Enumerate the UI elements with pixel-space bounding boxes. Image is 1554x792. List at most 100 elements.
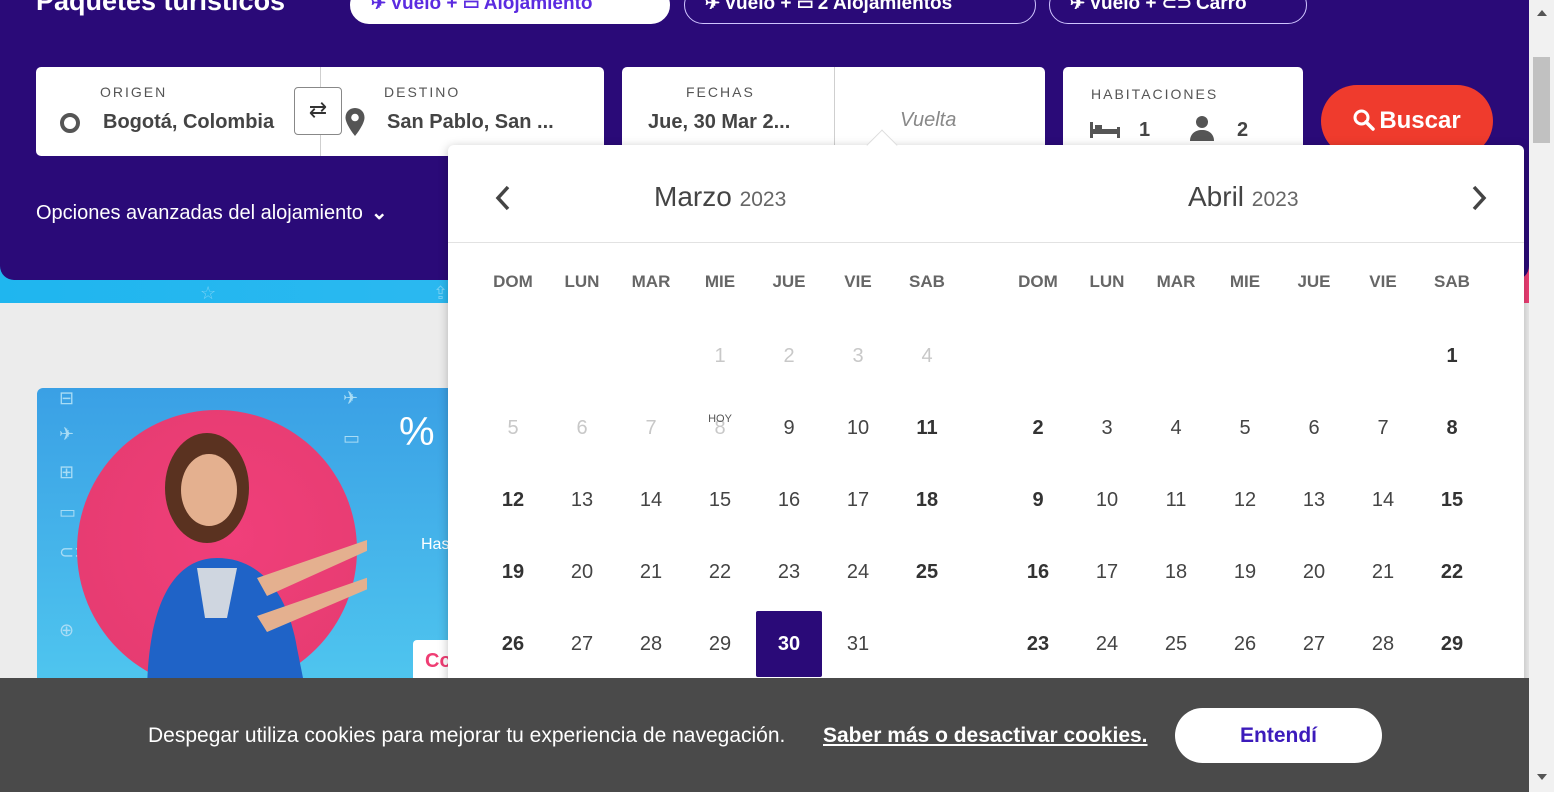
- destination-label: DESTINO: [384, 84, 461, 100]
- weekday-label: DOM: [493, 272, 533, 291]
- calendar-day[interactable]: 28: [618, 611, 684, 677]
- scrollbar-thumb[interactable]: [1533, 57, 1550, 143]
- calendar-day[interactable]: 29: [687, 611, 753, 677]
- calendar-day[interactable]: 27: [549, 611, 615, 677]
- calendar-day: 7: [645, 417, 657, 439]
- rooms-field[interactable]: HABITACIONES 1 2: [1063, 67, 1303, 156]
- bed-icon: ▭: [796, 0, 814, 13]
- calendar-day[interactable]: 15: [687, 467, 753, 533]
- calendar-day[interactable]: 11: [1143, 467, 1209, 533]
- promo-banner[interactable]: ⊟ ✈ ⊞ ▭ ⊂⊃ ⊕ ✈ ▭ % Has Co: [37, 388, 457, 688]
- dates-field: FECHAS Jue, 30 Mar 2... Vuelta: [622, 67, 1045, 156]
- calendar-day: 8 HOY: [687, 395, 753, 461]
- calendar-day[interactable]: 4: [1143, 395, 1209, 461]
- calendar-day[interactable]: 22: [687, 539, 753, 605]
- calendar-day[interactable]: 17: [1074, 539, 1140, 605]
- date-picker: Marzo 2023 Abril 2023 DOM LUN MAR MIE JUE VIE…: [448, 145, 1524, 745]
- cookie-banner: Despegar utiliza cookies para mejorar tu…: [0, 678, 1529, 792]
- calendar-day[interactable]: 23: [1005, 611, 1071, 677]
- weekday-label: MAR: [1156, 272, 1196, 291]
- calendar-day[interactable]: 9: [1005, 467, 1071, 533]
- weekday-label: LUN: [1089, 272, 1125, 291]
- people-count: 2: [1237, 119, 1249, 141]
- calendar-day[interactable]: 3: [1074, 395, 1140, 461]
- scrollbar[interactable]: [1529, 0, 1554, 792]
- chevron-down-icon: ⌄: [370, 202, 388, 224]
- calendar-day[interactable]: 13: [549, 467, 615, 533]
- calendar-day[interactable]: 19: [1212, 539, 1278, 605]
- calendar-day[interactable]: 10: [1074, 467, 1140, 533]
- calendar-day[interactable]: 20: [1281, 539, 1347, 605]
- destination-input[interactable]: San Pablo, San ...: [387, 111, 587, 134]
- calendar-day[interactable]: 6: [1281, 395, 1347, 461]
- calendar-day[interactable]: 20: [549, 539, 615, 605]
- weekday-label: DOM: [1018, 272, 1058, 291]
- origin-label: ORIGEN: [100, 84, 168, 100]
- search-icon: [1353, 109, 1376, 131]
- plane-icon: ✈: [371, 0, 387, 13]
- calendar-day[interactable]: 14: [618, 467, 684, 533]
- rooms-label: HABITACIONES: [1091, 86, 1219, 102]
- rooms-count: 1: [1139, 119, 1151, 141]
- calendar-day[interactable]: 28: [1350, 611, 1416, 677]
- next-month-button[interactable]: [1466, 183, 1490, 213]
- calendar-day[interactable]: 25: [1143, 611, 1209, 677]
- calendar-day[interactable]: 11: [894, 395, 960, 461]
- tab-flight-two-hotels[interactable]: ✈ Vuelo + ▭ 2 Alojamientos: [684, 0, 1036, 24]
- swap-button[interactable]: ⇄: [294, 87, 342, 135]
- calendar-day[interactable]: 1: [1419, 323, 1485, 389]
- calendar-day[interactable]: 30: [756, 611, 822, 677]
- calendar-day: 1: [714, 345, 726, 367]
- person-icon: [1190, 116, 1214, 141]
- prev-month-button[interactable]: [492, 183, 516, 213]
- calendar-day[interactable]: 25: [894, 539, 960, 605]
- suitcase-icon: ⇪: [433, 283, 449, 303]
- calendar-day[interactable]: 22: [1419, 539, 1485, 605]
- calendar-day[interactable]: 14: [1350, 467, 1416, 533]
- calendar-day[interactable]: 18: [894, 467, 960, 533]
- calendar-day[interactable]: 24: [825, 539, 891, 605]
- star-icon: ☆: [200, 283, 217, 303]
- scroll-up-arrow[interactable]: [1537, 10, 1547, 16]
- calendar-day[interactable]: 27: [1281, 611, 1347, 677]
- cookie-settings-link[interactable]: Saber más o desactivar cookies.: [823, 724, 1148, 748]
- car-icon: ⊂⊃: [1161, 0, 1192, 13]
- calendar-day[interactable]: 26: [480, 611, 546, 677]
- weekday-label: MIE: [1229, 272, 1261, 291]
- calendar-day[interactable]: 16: [1005, 539, 1071, 605]
- calendar-day[interactable]: 24: [1074, 611, 1140, 677]
- calendar-day[interactable]: 2: [1005, 395, 1071, 461]
- calendar-day[interactable]: 12: [1212, 467, 1278, 533]
- calendar-day[interactable]: 10: [825, 395, 891, 461]
- weekday-label: MIE: [704, 272, 736, 291]
- origin-input[interactable]: Bogotá, Colombia: [103, 111, 293, 134]
- scroll-down-arrow[interactable]: [1537, 774, 1547, 780]
- suitcase-icon: ⊞: [59, 462, 75, 482]
- calendar-day[interactable]: 16: [756, 467, 822, 533]
- calendar-day[interactable]: 29: [1419, 611, 1485, 677]
- calendar-day[interactable]: 12: [480, 467, 546, 533]
- advanced-options-toggle[interactable]: Opciones avanzadas del alojamiento ⌄: [36, 200, 388, 225]
- calendar-day[interactable]: 9: [756, 395, 822, 461]
- return-date-input[interactable]: Vuelta: [900, 109, 956, 132]
- tab-flight-hotel[interactable]: ✈ Vuelo + ▭ Alojamiento: [350, 0, 670, 24]
- calendar-day[interactable]: 26: [1212, 611, 1278, 677]
- calendar-day[interactable]: 21: [1350, 539, 1416, 605]
- calendar-day[interactable]: 23: [756, 539, 822, 605]
- departure-date-input[interactable]: Jue, 30 Mar 2...: [648, 111, 838, 134]
- calendar-day[interactable]: 18: [1143, 539, 1209, 605]
- bed-icon: [1090, 122, 1120, 138]
- page-title: Paquetes turísticos: [36, 0, 286, 16]
- calendar-day[interactable]: 13: [1281, 467, 1347, 533]
- calendar-day[interactable]: 5: [1212, 395, 1278, 461]
- calendar-day[interactable]: 15: [1419, 467, 1485, 533]
- tab-flight-car[interactable]: ✈ Vuelo + ⊂⊃ Carro: [1049, 0, 1307, 24]
- cookie-accept-button[interactable]: Entendí: [1175, 708, 1382, 763]
- calendar-day[interactable]: 8: [1419, 395, 1485, 461]
- calendar-day[interactable]: 21: [618, 539, 684, 605]
- calendar-day[interactable]: 31: [825, 611, 891, 677]
- calendar-day[interactable]: 7: [1350, 395, 1416, 461]
- map-pin-icon: [345, 108, 365, 136]
- calendar-day[interactable]: 17: [825, 467, 891, 533]
- calendar-day[interactable]: 19: [480, 539, 546, 605]
